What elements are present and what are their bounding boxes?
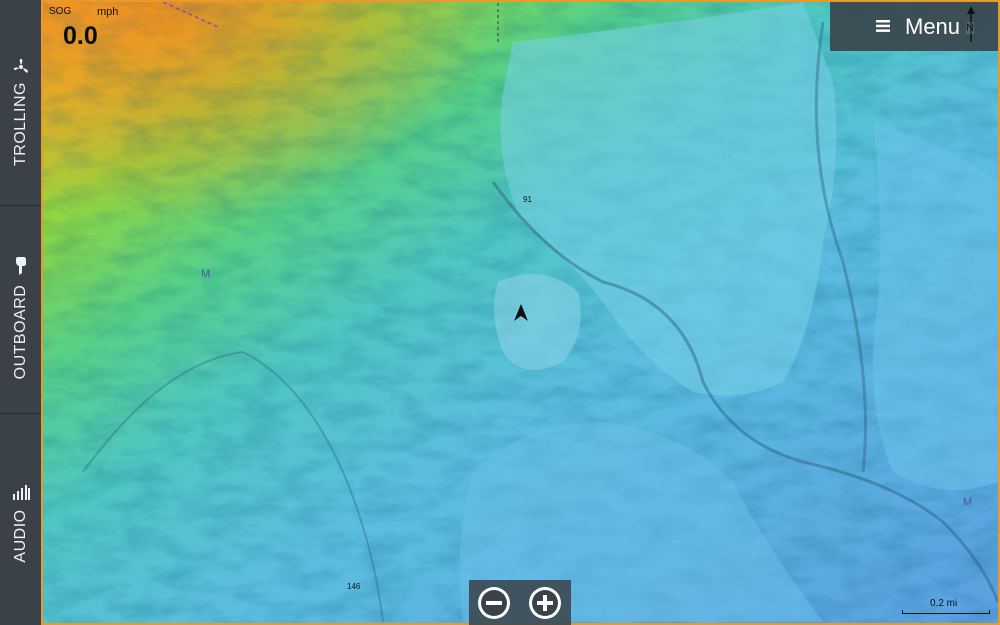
zoom-out-icon xyxy=(478,587,510,619)
menu-label: Menu xyxy=(905,14,960,40)
sidebar-item-trolling[interactable]: TROLLING xyxy=(0,0,41,206)
depth-label: 91 xyxy=(523,195,532,204)
sog-readout: SOG mph 0.0 xyxy=(47,5,127,49)
sidebar-item-audio[interactable]: AUDIO xyxy=(0,416,41,622)
sog-unit: mph xyxy=(97,6,118,18)
map-marker[interactable]: M xyxy=(201,268,210,280)
sidebar-item-outboard[interactable]: OUTBOARD xyxy=(0,208,41,414)
zoom-out-button[interactable] xyxy=(478,587,510,619)
sog-value: 0.0 xyxy=(63,22,98,51)
zoom-in-button[interactable] xyxy=(529,587,561,619)
north-arrow-icon[interactable]: N xyxy=(963,6,979,44)
sog-label: SOG xyxy=(49,6,71,17)
zoom-in-icon xyxy=(529,587,561,619)
audio-bars-icon xyxy=(11,482,31,502)
zoom-controls xyxy=(469,580,571,625)
map-marker[interactable]: M xyxy=(963,496,972,508)
sidebar-item-label: AUDIO xyxy=(12,509,30,562)
scale-label: 0.2 mi xyxy=(930,598,957,609)
outboard-motor-icon xyxy=(11,256,31,276)
hamburger-icon xyxy=(876,19,890,33)
propeller-icon xyxy=(11,57,31,77)
scale-line xyxy=(902,610,990,614)
scale-bar: 0.2 mi xyxy=(902,598,990,616)
sidebar-item-label: TROLLING xyxy=(12,82,30,166)
sidebar-item-label: OUTBOARD xyxy=(12,285,30,380)
depth-label: 146 xyxy=(347,582,360,591)
vessel-position-icon xyxy=(512,303,530,323)
sidebar: TROLLING OUTBOARD AUDIO xyxy=(0,0,41,625)
compass-label: N xyxy=(966,22,974,34)
